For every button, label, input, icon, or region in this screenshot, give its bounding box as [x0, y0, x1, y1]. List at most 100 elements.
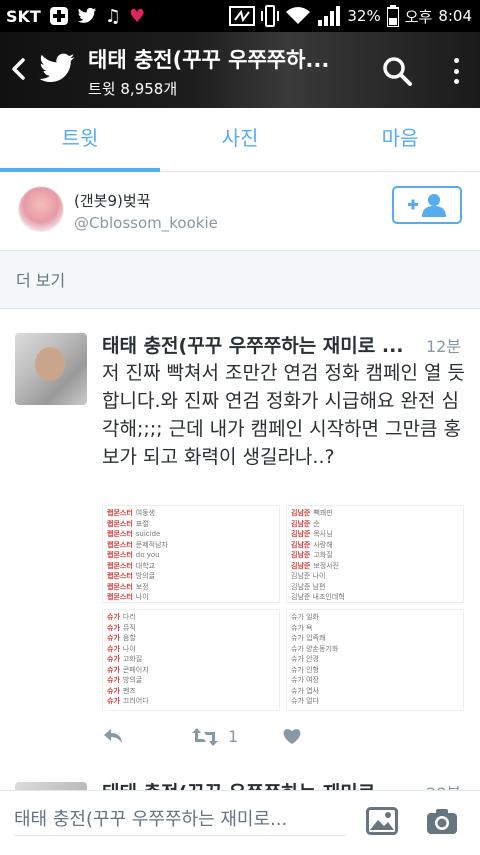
- search-suggestion-row: 랩몬스터 표절: [107, 519, 275, 530]
- search-suggestion-row: 슈가 안경: [291, 654, 459, 665]
- music-icon: ♫: [104, 5, 121, 27]
- suggestion-term: 나이: [135, 593, 149, 601]
- tab-likes[interactable]: 마음: [320, 108, 480, 171]
- search-suggestion-row: 김남준 내조인데혁: [291, 592, 459, 602]
- retweet-button[interactable]: 1: [192, 727, 238, 746]
- search-suggestion-row: 랩몬스터 나이: [107, 592, 275, 602]
- suggestion-term: 대학교: [135, 561, 156, 570]
- add-image-button[interactable]: [366, 807, 398, 835]
- more-dot-icon: [453, 58, 459, 63]
- suggestion-tag: 김남준: [291, 530, 311, 538]
- suggestion-term: 끄러어다: [122, 697, 149, 705]
- search-suggestion-row: 슈가 양손동기화: [291, 644, 459, 655]
- show-more-link[interactable]: 더 보기: [16, 267, 65, 291]
- search-suggestion-row: 김남준 사랑해: [291, 540, 459, 551]
- suggestion-term: 콘페이지: [122, 665, 149, 674]
- search-suggestion-row: 슈가 욕: [291, 623, 459, 634]
- heart-outline-icon: [283, 729, 301, 744]
- suggestion-term: 슈가 여장: [291, 676, 319, 684]
- suggestion-term: 슈가 안경: [291, 655, 319, 663]
- search-suggestion-row: 랩몬스터 대학교: [107, 561, 275, 572]
- compose-input[interactable]: 태태 충전(꾸꾸 우쭈쭈하는 재미로...: [14, 805, 346, 836]
- profile-tabs: 트윗 사진 마음: [0, 108, 480, 172]
- suggestion-tag: 랩몬스터: [107, 561, 133, 570]
- suggestion-tag: 슈가: [107, 623, 120, 632]
- suggestion-term: 사랑해: [313, 540, 333, 549]
- suggestion-term: 슈가 인형: [291, 665, 319, 674]
- suggestion-term: 슈가 양손동기화: [291, 644, 339, 653]
- suggestion-tag: 슈가: [107, 644, 120, 653]
- search-suggestion-row: 슈가 음할: [107, 633, 275, 644]
- search-suggestion-row: 슈가 콘페이지: [107, 665, 275, 676]
- search-button[interactable]: [380, 54, 414, 88]
- suggestion-term: 다리: [122, 613, 136, 621]
- suggestion-term: 고화질: [313, 551, 333, 559]
- tweet-count-value: 8,958개: [120, 80, 178, 98]
- suggestion-tag: 김남준: [291, 509, 311, 517]
- suggestion-tag: 슈가: [107, 697, 120, 705]
- search-suggestion-row: 랩몬스터 방의글: [107, 571, 275, 582]
- tweet-avatar[interactable]: [15, 333, 87, 405]
- search-suggestion-row: 김남준 빽꽤핀: [291, 508, 459, 519]
- suggestion-tag: 랩몬스터: [107, 519, 133, 528]
- compose-bar: 태태 충전(꾸꾸 우쭈쭈하는 재미로...: [0, 790, 480, 855]
- suggestion-tag: 김남준: [291, 519, 311, 528]
- user-display-name: (갠봇9)벚꾹: [74, 192, 151, 210]
- search-suggestion-row: 김남준 순: [291, 519, 459, 530]
- panel2-list: 김남준 빽꽤핀 김남준 순 김남준 목사님 김남준 사랑해 김남준 고화질 김남준 보정사진 김남준 나…: [291, 508, 459, 602]
- show-more-row[interactable]: 더 보기: [0, 251, 480, 307]
- tweet-timestamp: 12분: [426, 337, 462, 356]
- search-suggestion-row: 김남준 고화질: [291, 550, 459, 561]
- search-suggestion-row: 슈가 고화질: [107, 654, 275, 665]
- suggestion-term: 슈가 욕: [291, 623, 313, 632]
- retweet-count: 1: [228, 727, 239, 746]
- suggestion-term: 보정사진: [313, 561, 340, 570]
- suggestion-term: 김남준 내조인데혁: [291, 593, 345, 601]
- search-suggestion-row: 슈가 엽사: [291, 686, 459, 697]
- suggestion-term: 슈가 입족쾌: [291, 634, 326, 642]
- search-suggestion-row: 랩몬스터 do you: [107, 550, 275, 561]
- retweet-icon: [192, 727, 218, 746]
- suggestion-tag: 슈가: [107, 655, 120, 663]
- suggestion-tag: 슈가: [107, 613, 120, 621]
- search-suggestion-row: 랩몬스터 문제적남자: [107, 540, 275, 551]
- search-icon: [383, 57, 412, 86]
- suggestion-term: 빽꽤핀: [313, 509, 333, 517]
- tab-tweets[interactable]: 트윗: [0, 108, 160, 172]
- suggestion-term: 표절: [135, 519, 149, 528]
- back-button[interactable]: [8, 54, 28, 84]
- plus-icon: [49, 6, 69, 26]
- search-suggestion-row: 랩몬스터 suicide: [107, 529, 275, 540]
- media-panel-2: 김남준 빽꽤핀 김남준 순 김남준 목사님 김남준 사랑해 김남준 고화질 김남준 보정사진 김남준 나…: [286, 505, 464, 603]
- suggestion-tag: 김남준: [291, 561, 311, 570]
- reply-button[interactable]: [102, 727, 124, 745]
- overflow-menu-button[interactable]: [446, 54, 466, 88]
- tweet-actions: 1: [102, 727, 402, 751]
- suggestion-term: 방의글: [135, 572, 156, 580]
- search-suggestion-row: 슈가 입족쾌: [291, 633, 459, 644]
- signal-icon: [317, 6, 341, 26]
- tweet-card[interactable]: 태태 충전(꾸꾸 우쭈쭈하는 재미로 ... 12분 저 진짜 빡쳐서 조만간 …: [0, 308, 480, 770]
- media-panel-4: 슈가 일화 슈가 욕 슈가 입족쾌 슈가 양손동기화 슈가 안경 슈가 인형 슈가 여장 슈가…: [286, 609, 464, 711]
- camera-button[interactable]: [426, 807, 458, 835]
- more-dot-icon: [453, 68, 459, 74]
- more-dot-icon: [453, 79, 459, 84]
- suggestion-tag: 슈가: [107, 634, 120, 642]
- suggestion-term: 펜즈: [122, 686, 136, 695]
- search-suggestion-row: 김남준 목사님: [291, 529, 459, 540]
- user-row[interactable]: (갠봇9)벚꾹 @Cblossom_kookie: [0, 172, 480, 251]
- tab-photos[interactable]: 사진: [160, 108, 320, 171]
- suggestion-term: 김남준 남편: [291, 582, 326, 591]
- avatar[interactable]: [18, 186, 64, 232]
- tweet-media[interactable]: 랩몬스터 여동생 랩몬스터 표절 랩몬스터 suicide 랩몬스터 문제적남자 랩몬스터 do …: [102, 505, 464, 711]
- wifi-icon: [285, 6, 311, 26]
- tweet-author-name[interactable]: 태태 충전(꾸꾸 우쭈쭈하는 재미로 ...: [102, 331, 404, 358]
- suggestion-tag: 랩몬스터: [107, 540, 133, 549]
- search-suggestion-row: 김남준 나이: [291, 571, 459, 582]
- time-ampm: 오후: [404, 7, 433, 26]
- suggestion-term: 방의글: [122, 676, 143, 684]
- search-suggestion-row: 슈가 펜즈: [107, 686, 275, 697]
- follow-button[interactable]: [392, 186, 462, 224]
- panel1-list: 랩몬스터 여동생 랩몬스터 표절 랩몬스터 suicide 랩몬스터 문제적남자 랩몬스터 do …: [107, 508, 275, 602]
- like-button[interactable]: [282, 727, 302, 745]
